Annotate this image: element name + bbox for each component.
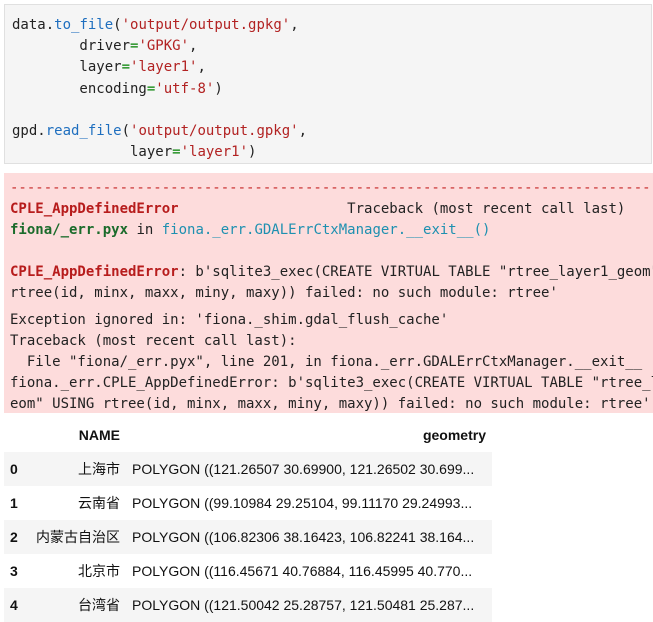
error-message-text: : b'sqlite3_exec(CREATE VIRTUAL TABLE "r… (178, 264, 653, 280)
code-token: = (172, 144, 181, 161)
code-token: driver (12, 38, 131, 55)
code-line: data.to_file('output/output.gpkg', (12, 15, 307, 36)
code-line: layer='layer1', (12, 57, 307, 78)
geometry-cell: POLYGON ((99.10984 29.25104, 99.11170 29… (132, 495, 473, 511)
name-column-header: NAME (78, 427, 120, 443)
code-token: encoding (12, 80, 147, 97)
code-token: layer (12, 144, 173, 161)
code-token: , (197, 59, 206, 76)
table-row: 2 内蒙古自治区 POLYGON ((106.82306 38.16423, 1… (4, 520, 492, 554)
code-token: ) (248, 144, 257, 161)
error-in-word: in (128, 222, 162, 238)
row-index: 1 (10, 495, 18, 511)
error-separator: ----------------------------------------… (10, 180, 653, 196)
exception-ignored-line: Exception ignored in: 'fiona._shim.gdal_… (10, 312, 449, 328)
code-token: data. (12, 17, 55, 33)
error-header-line: CPLE_AppDefinedError Traceback (most rec… (10, 201, 625, 217)
geometry-cell: POLYGON ((106.82306 38.16423, 106.82241 … (132, 529, 475, 545)
code-line: gpd.read_file('output/output.gpkg', (12, 121, 307, 142)
code-token: 'output/output.gpkg' (130, 123, 299, 140)
code-token: to_file (54, 17, 114, 33)
code-token: 'layer1' (130, 59, 198, 76)
traceback-file-line: File "fiona/_err.pyx", line 201, in fion… (10, 354, 643, 370)
code-token: 'utf-8' (155, 80, 215, 97)
error-message-line-2: rtree(id, minx, maxx, miny, maxy)) faile… (10, 285, 558, 301)
error-location-line: fiona/_err.pyx in fiona._err.GDALErrCtxM… (10, 222, 490, 238)
name-cell: 北京市 (78, 563, 120, 579)
traceback-error-line-2: eom" USING rtree(id, minx, maxx, miny, m… (10, 396, 651, 412)
code-line: layer='layer1') (12, 142, 307, 163)
name-cell: 云南省 (78, 495, 120, 511)
traceback-error-line: fiona._err.CPLE_AppDefinedError: b'sqlit… (10, 375, 653, 391)
geometry-cell: POLYGON ((121.26507 30.69900, 121.26502 … (132, 461, 475, 477)
code-token: 'layer1' (180, 144, 249, 161)
error-file-ref: fiona/_err.pyx (10, 222, 129, 238)
code-token: layer (12, 59, 122, 76)
code-token: , (298, 123, 308, 140)
dataframe-table: NAME geometry 0 上海市 POLYGON ((121.26507 … (4, 418, 492, 622)
code-token: gpd. (12, 123, 46, 140)
code-line: encoding='utf-8') (12, 79, 307, 100)
code-token: ( (121, 123, 131, 140)
code-token: , (290, 17, 299, 33)
table-row: 0 上海市 POLYGON ((121.26507 30.69900, 121.… (4, 452, 492, 486)
traceback-line: Traceback (most recent call last): (10, 333, 297, 349)
table-row: 1 云南省 POLYGON ((99.10984 29.25104, 99.11… (4, 486, 492, 520)
error-func-ref: fiona._err.GDALErrCtxManager.__exit__() (161, 222, 491, 238)
code-line: driver='GPKG', (12, 36, 307, 57)
error-output: ----------------------------------------… (4, 173, 653, 413)
row-index: 3 (10, 563, 18, 579)
code-token: 'output/output.gpkg' (121, 17, 291, 33)
table-header-row: NAME geometry (4, 418, 492, 452)
code-token: ) (214, 80, 223, 97)
code-token: 'GPKG' (138, 38, 190, 55)
name-cell: 上海市 (78, 461, 120, 477)
code-token: , (189, 38, 198, 55)
error-type: CPLE_AppDefinedError (10, 201, 179, 217)
geometry-column-header: geometry (422, 427, 486, 443)
error-message-type: CPLE_AppDefinedError (10, 264, 179, 280)
error-message-line: CPLE_AppDefinedError: b'sqlite3_exec(CRE… (10, 264, 653, 280)
code-token: ( (113, 17, 122, 33)
index-header (4, 418, 26, 452)
code-token: read_file (45, 123, 122, 140)
code-token: = (121, 59, 131, 76)
code-editor[interactable]: data.to_file('output/output.gpkg', drive… (12, 15, 307, 163)
traceback-header: Traceback (most recent call last) (178, 201, 626, 217)
table-row: 3 北京市 POLYGON ((116.45671 40.76884, 116.… (4, 554, 492, 588)
row-index: 0 (10, 461, 18, 477)
code-cell[interactable]: data.to_file('output/output.gpkg', drive… (4, 4, 652, 164)
geometry-cell: POLYGON ((116.45671 40.76884, 116.45995 … (132, 563, 473, 579)
row-index: 2 (10, 529, 18, 545)
name-cell: 内蒙古自治区 (36, 529, 120, 545)
